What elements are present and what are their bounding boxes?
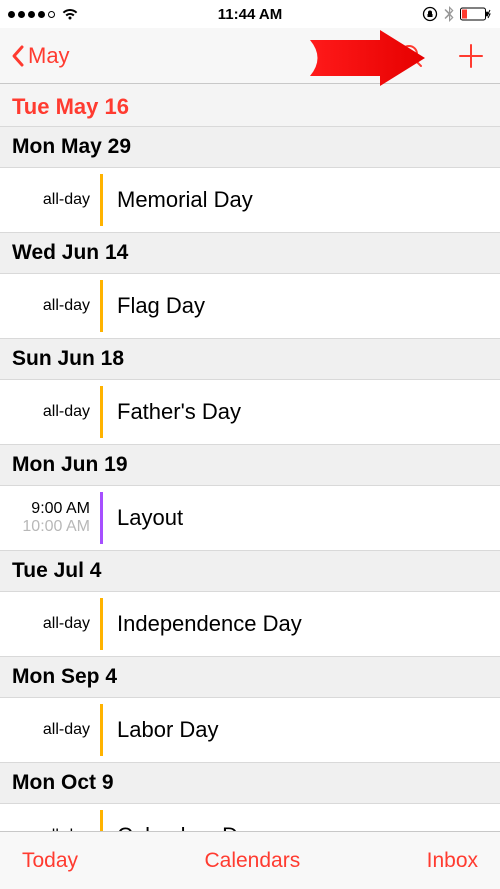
event-title: Labor Day — [103, 698, 500, 762]
event-row[interactable]: all-day Columbus Day — [0, 804, 500, 831]
search-button[interactable] — [398, 43, 424, 69]
signal-dots-icon — [8, 11, 55, 18]
event-time: all-day — [0, 380, 100, 444]
event-row[interactable]: 9:00 AM 10:00 AM Layout — [0, 486, 500, 550]
bottom-toolbar: Today Calendars Inbox — [0, 831, 500, 889]
event-list[interactable]: Tue May 16 Mon May 29 all-day Memorial D… — [0, 84, 500, 831]
date-header: Mon May 29 — [0, 126, 500, 168]
event-title: Flag Day — [103, 274, 500, 338]
event-title: Father's Day — [103, 380, 500, 444]
list-view-button[interactable] — [334, 44, 364, 68]
date-header: Mon Oct 9 — [0, 762, 500, 804]
event-title: Layout — [103, 486, 500, 550]
search-icon — [398, 43, 424, 69]
back-label: May — [28, 43, 70, 69]
event-title: Columbus Day — [103, 804, 500, 831]
date-header: Mon Jun 19 — [0, 444, 500, 486]
event-title: Independence Day — [103, 592, 500, 656]
event-row[interactable]: all-day Father's Day — [0, 380, 500, 444]
date-header: Sun Jun 18 — [0, 338, 500, 380]
event-title: Memorial Day — [103, 168, 500, 232]
date-header: Tue Jul 4 — [0, 550, 500, 592]
event-row[interactable]: all-day Flag Day — [0, 274, 500, 338]
date-header: Mon Sep 4 — [0, 656, 500, 698]
today-button[interactable]: Today — [22, 849, 78, 873]
orientation-lock-icon — [422, 6, 438, 22]
battery-icon — [460, 7, 492, 21]
nav-right — [334, 43, 490, 69]
plus-icon — [458, 43, 484, 69]
event-time: all-day — [0, 698, 100, 762]
list-icon — [334, 44, 364, 68]
status-bar: 11:44 AM — [0, 0, 500, 28]
event-time: all-day — [0, 804, 100, 831]
status-right — [422, 6, 492, 22]
back-button[interactable]: May — [10, 43, 70, 69]
event-time: 9:00 AM 10:00 AM — [0, 486, 100, 550]
event-row[interactable]: all-day Labor Day — [0, 698, 500, 762]
event-row[interactable]: all-day Memorial Day — [0, 168, 500, 232]
inbox-button[interactable]: Inbox — [427, 849, 478, 873]
date-header: Wed Jun 14 — [0, 232, 500, 274]
nav-bar: May — [0, 28, 500, 84]
event-row[interactable]: all-day Independence Day — [0, 592, 500, 656]
chevron-left-icon — [10, 44, 26, 68]
bluetooth-icon — [444, 6, 454, 22]
add-event-button[interactable] — [458, 43, 484, 69]
event-time: all-day — [0, 274, 100, 338]
event-time: all-day — [0, 168, 100, 232]
wifi-icon — [61, 7, 79, 21]
current-date-header: Tue May 16 — [0, 84, 500, 126]
calendars-button[interactable]: Calendars — [204, 849, 300, 873]
event-time: all-day — [0, 592, 100, 656]
status-left — [8, 7, 79, 21]
